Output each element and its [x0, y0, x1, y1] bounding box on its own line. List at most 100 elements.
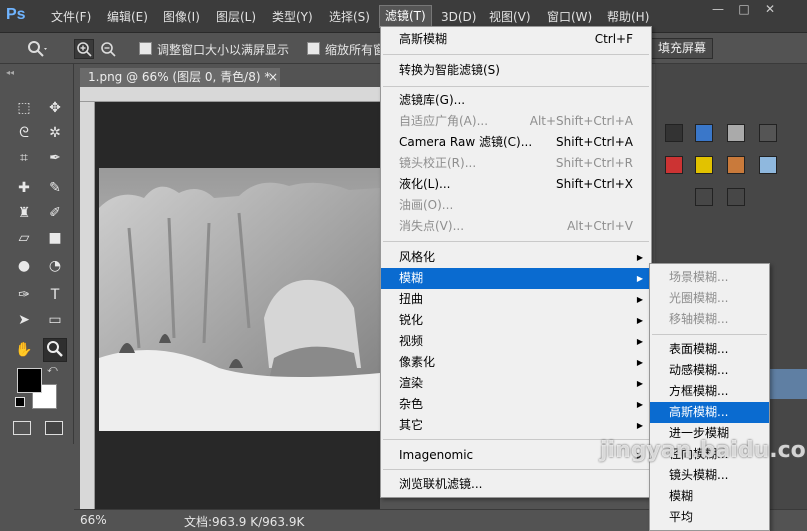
path-selection-tool-icon[interactable]: ➤: [12, 308, 36, 332]
screen-mode-icon[interactable]: [45, 421, 63, 435]
photoshop-logo: Ps: [6, 6, 26, 23]
submenu-arrow-icon: ▶: [636, 337, 643, 346]
menu-separator: [383, 54, 649, 55]
menu-select[interactable]: 选择(S): [329, 8, 370, 26]
magic-wand-tool-icon[interactable]: ✲: [43, 121, 67, 145]
document-tab[interactable]: 1.png @ 66% (图层 0, 青色/8) * ×: [80, 68, 280, 87]
menu-item-adaptive-wide-angle[interactable]: 自适应广角(A)... Alt+Shift+Ctrl+A: [381, 111, 651, 132]
close-button[interactable]: ✕: [758, 1, 782, 17]
menu-item-render[interactable]: 渲染 ▶: [381, 373, 651, 394]
foreground-color-swatch[interactable]: [17, 368, 42, 393]
menu-item-convert-smart-filter[interactable]: 转换为智能滤镜(S): [381, 60, 651, 81]
submenu-item-surface-blur[interactable]: 表面模糊...: [650, 339, 769, 360]
submenu-item-motion-blur[interactable]: 动感模糊...: [650, 360, 769, 381]
menu-item-vanishing-point[interactable]: 消失点(V)... Alt+Ctrl+V: [381, 216, 651, 237]
menu-item-noise[interactable]: 杂色 ▶: [381, 394, 651, 415]
menu-item-lens-correction[interactable]: 镜头校正(R)... Shift+Ctrl+R: [381, 153, 651, 174]
minimize-button[interactable]: —: [706, 1, 730, 17]
menu-item-label: 其它: [399, 418, 424, 432]
menu-layer[interactable]: 图层(L): [216, 8, 256, 26]
menu-item-liquify[interactable]: 液化(L)... Shift+Ctrl+X: [381, 174, 651, 195]
eraser-tool-icon[interactable]: ▱: [12, 226, 36, 250]
menu-image[interactable]: 图像(I): [163, 8, 200, 26]
brush-tool-icon[interactable]: ✎: [43, 176, 67, 200]
menu-item-video[interactable]: 视频 ▶: [381, 331, 651, 352]
menu-item-label: 视频: [399, 334, 424, 348]
menu-window[interactable]: 窗口(W): [547, 8, 592, 26]
menu-item-other[interactable]: 其它 ▶: [381, 415, 651, 436]
style-swatch-8[interactable]: [759, 156, 777, 174]
blur-tool-icon[interactable]: ●: [12, 254, 36, 278]
menu-item-stylize[interactable]: 风格化 ▶: [381, 247, 651, 268]
swap-colors-icon[interactable]: ⤺: [47, 364, 58, 375]
style-swatch-9[interactable]: [695, 188, 713, 206]
zoom-tool-icon[interactable]: [26, 39, 48, 59]
eyedropper-tool-icon[interactable]: ✒: [43, 146, 67, 170]
menu-filter[interactable]: 滤镜(T): [379, 5, 432, 28]
healing-brush-tool-icon[interactable]: ✚: [12, 176, 36, 200]
crop-tool-icon[interactable]: ⌗: [12, 146, 36, 170]
quick-mask-icon[interactable]: [13, 421, 31, 435]
style-swatch-6[interactable]: [695, 156, 713, 174]
menu-help[interactable]: 帮助(H): [607, 8, 649, 26]
menu-item-camera-raw[interactable]: Camera Raw 滤镜(C)... Shift+Ctrl+A: [381, 132, 651, 153]
document-image[interactable]: [99, 168, 380, 431]
hand-tool-icon[interactable]: ✋: [12, 338, 36, 362]
style-swatch-4[interactable]: [759, 124, 777, 142]
fill-screen-button[interactable]: 填充屏幕: [651, 38, 714, 59]
menu-3d[interactable]: 3D(D): [441, 8, 476, 26]
style-swatch-3[interactable]: [727, 124, 745, 142]
shortcut-label: Shift+Ctrl+X: [556, 177, 633, 191]
menu-item-sharpen[interactable]: 锐化 ▶: [381, 310, 651, 331]
submenu-arrow-icon: ▶: [636, 274, 643, 283]
lasso-tool-icon[interactable]: ᘓ: [12, 121, 36, 145]
marquee-tool-icon[interactable]: ⬚: [12, 96, 36, 120]
submenu-item-gaussian-blur[interactable]: 高斯模糊...: [650, 402, 769, 423]
collapse-arrows-icon[interactable]: ◂◂: [6, 68, 14, 77]
menu-item-oil-paint[interactable]: 油画(O)...: [381, 195, 651, 216]
submenu-item-field-blur[interactable]: 场景模糊...: [650, 267, 769, 288]
vertical-ruler: [80, 102, 95, 510]
restore-button[interactable]: □: [732, 1, 756, 17]
zoom-out-icon[interactable]: [99, 40, 119, 60]
menu-item-browse-filters-online[interactable]: 浏览联机滤镜...: [381, 474, 651, 495]
pen-tool-icon[interactable]: ✑: [12, 283, 36, 307]
menu-item-blur[interactable]: 模糊 ▶: [381, 268, 651, 289]
menu-type[interactable]: 类型(Y): [272, 8, 313, 26]
move-tool-icon[interactable]: ✥: [43, 96, 67, 120]
menu-item-label: Imagenomic: [399, 448, 474, 462]
menu-item-pixelate[interactable]: 像素化 ▶: [381, 352, 651, 373]
style-swatch-5[interactable]: [665, 156, 683, 174]
style-swatch-10[interactable]: [727, 188, 745, 206]
zoom-tool-icon[interactable]: [43, 338, 67, 362]
dodge-tool-icon[interactable]: ◔: [43, 254, 67, 278]
submenu-arrow-icon: ▶: [636, 316, 643, 325]
shape-tool-icon[interactable]: ▭: [43, 308, 67, 332]
document-close-icon[interactable]: ×: [268, 68, 278, 87]
menu-item-last-filter[interactable]: 高斯模糊 Ctrl+F: [381, 29, 651, 50]
resize-windows-checkbox[interactable]: [139, 42, 152, 55]
menu-item-distort[interactable]: 扭曲 ▶: [381, 289, 651, 310]
style-swatch-1[interactable]: [665, 124, 683, 142]
zoom-all-windows-checkbox[interactable]: [307, 42, 320, 55]
style-swatch-7[interactable]: [727, 156, 745, 174]
submenu-item-blur[interactable]: 模糊: [650, 486, 769, 507]
menu-file[interactable]: 文件(F): [51, 8, 91, 26]
default-colors-icon[interactable]: [15, 397, 25, 407]
history-brush-tool-icon[interactable]: ✐: [43, 201, 67, 225]
menu-item-label: Camera Raw 滤镜(C)...: [399, 135, 533, 149]
gradient-tool-icon[interactable]: ■: [43, 226, 67, 250]
clone-stamp-tool-icon[interactable]: ♜: [12, 201, 36, 225]
style-swatch-2[interactable]: [695, 124, 713, 142]
menu-edit[interactable]: 编辑(E): [107, 8, 148, 26]
submenu-item-box-blur[interactable]: 方框模糊...: [650, 381, 769, 402]
menu-view[interactable]: 视图(V): [489, 8, 531, 26]
zoom-in-icon[interactable]: [74, 39, 94, 59]
menu-item-filter-gallery[interactable]: 滤镜库(G)...: [381, 90, 651, 111]
submenu-item-tilt-shift[interactable]: 移轴模糊...: [650, 309, 769, 330]
submenu-item-lens-blur[interactable]: 镜头模糊...: [650, 465, 769, 486]
zoom-level[interactable]: 66%: [80, 513, 107, 527]
type-tool-icon[interactable]: T: [43, 283, 67, 307]
submenu-item-average[interactable]: 平均: [650, 507, 769, 528]
submenu-item-iris-blur[interactable]: 光圈模糊...: [650, 288, 769, 309]
